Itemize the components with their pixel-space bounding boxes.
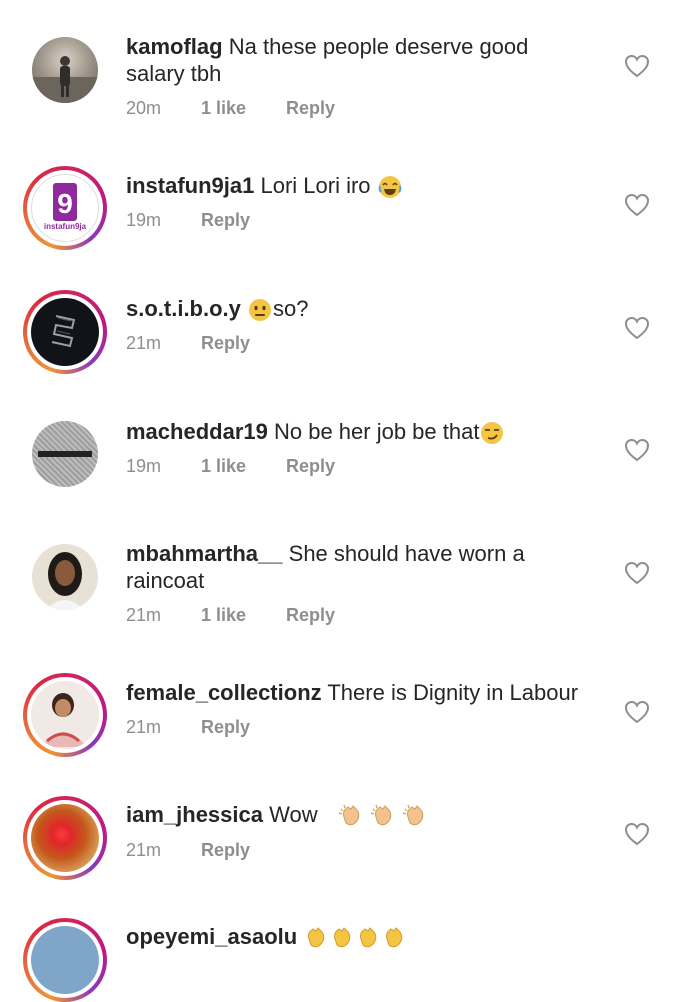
comment-text: Wow [269,802,318,827]
smirk-emoji [481,422,504,445]
laughing-emoji [378,176,401,199]
comment-likes[interactable]: 1 like [201,98,246,119]
comment-time: 19m [126,210,162,230]
comment-username[interactable]: mbahmartha__ [126,541,283,566]
comment-text: No be her job be that [273,419,480,444]
comment-username[interactable]: female_collectionz [126,680,322,705]
heart-icon[interactable] [624,316,650,340]
comment-username[interactable]: instafun9ja1 [126,173,254,198]
comment-likes[interactable]: 1 like [201,605,246,626]
avatar[interactable] [23,290,107,374]
avatar[interactable] [23,412,107,496]
comment-username[interactable]: macheddar19 [126,419,268,444]
comment-time: 21m [126,333,162,353]
reply-button[interactable]: Reply [201,333,250,354]
comment-text: so? [273,296,309,321]
reply-button[interactable]: Reply [286,605,335,626]
heart-icon[interactable] [624,54,650,78]
comment-text-continued: raincoat [126,568,205,593]
comment-text-continued: salary tbh [126,61,222,86]
clapping-hands-emoji [334,927,351,948]
reply-button[interactable]: Reply [201,210,250,231]
comment-time: 19m [126,456,162,476]
reply-button[interactable]: Reply [286,98,335,119]
avatar[interactable] [23,673,107,757]
comment-username[interactable]: kamoflag [126,34,223,59]
comment-likes[interactable]: 1 like [201,456,246,477]
clapping-hands-emoji [402,804,424,826]
comment-time: 21m [126,840,162,860]
neutral-face-emoji [249,299,272,322]
avatar[interactable] [23,796,107,880]
clapping-hands-emoji [360,927,377,948]
reply-button[interactable]: Reply [286,456,335,477]
heart-icon[interactable] [624,700,650,724]
comment-text: Na these people deserve good [228,34,529,59]
clapping-hands-emoji [386,927,403,948]
clapping-hands-emoji [308,927,325,948]
clapping-hands-emoji [338,804,360,826]
avatar[interactable] [23,28,107,112]
heart-icon[interactable] [624,438,650,462]
reply-button[interactable]: Reply [201,840,250,861]
comment-username[interactable]: s.o.t.i.b.o.y [126,296,241,321]
comment-username[interactable]: opeyemi_asaolu [126,924,297,949]
svg-text:9: 9 [57,188,73,219]
clapping-hands-emoji [370,804,392,826]
avatar[interactable] [23,918,107,1002]
comment-time: 21m [126,605,162,625]
heart-icon[interactable] [624,193,650,217]
comment-text: She should have worn a [288,541,525,566]
heart-icon[interactable] [624,822,650,846]
reply-button[interactable]: Reply [201,717,250,738]
avatar-text: instafun9ja [43,222,87,231]
heart-icon[interactable] [624,561,650,585]
comment-time: 21m [126,717,162,737]
avatar[interactable]: 9 instafun9ja [23,166,107,250]
avatar[interactable] [23,535,107,619]
comment-text: Lori Lori iro [260,173,371,198]
comment-text: There is Dignity in Labour [327,680,579,705]
comment-username[interactable]: iam_jhessica [126,802,263,827]
comment-time: 20m [126,98,162,118]
